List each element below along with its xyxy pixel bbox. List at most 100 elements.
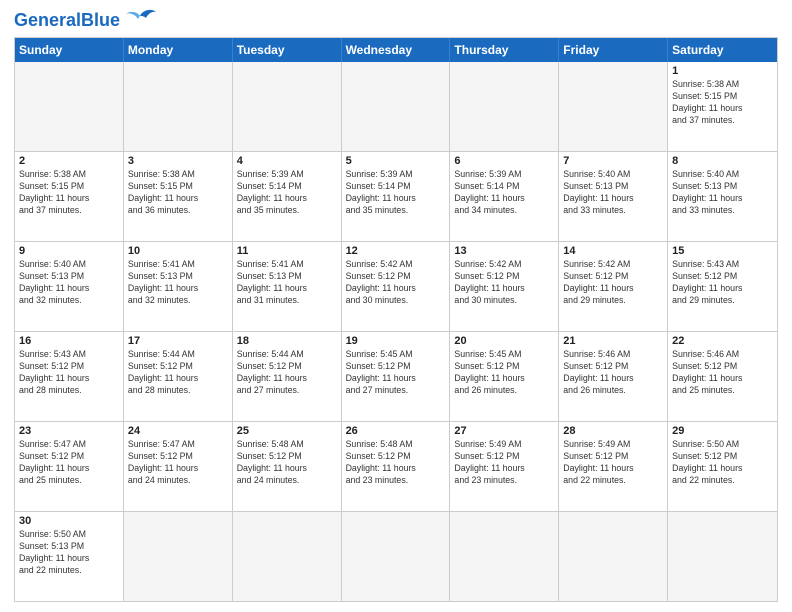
- calendar-header: Sunday Monday Tuesday Wednesday Thursday…: [15, 38, 777, 62]
- week-row-5: 23 Sunrise: 5:47 AM Sunset: 5:12 PM Dayli…: [15, 421, 777, 511]
- cal-cell-5-5: [559, 512, 668, 601]
- day-number: 3: [128, 155, 228, 167]
- day-number: 19: [346, 335, 446, 347]
- week-row-3: 9 Sunrise: 5:40 AM Sunset: 5:13 PM Daylig…: [15, 241, 777, 331]
- header-friday: Friday: [559, 38, 668, 62]
- day-info: Sunrise: 5:48 AM Sunset: 5:12 PM Dayligh…: [346, 439, 446, 487]
- cal-cell-0-4: [450, 62, 559, 151]
- day-info: Sunrise: 5:40 AM Sunset: 5:13 PM Dayligh…: [563, 169, 663, 217]
- cal-cell-5-4: [450, 512, 559, 601]
- day-number: 30: [19, 515, 119, 527]
- day-number: 9: [19, 245, 119, 257]
- cal-cell-3-0: 16Sunrise: 5:43 AM Sunset: 5:12 PM Dayli…: [15, 332, 124, 421]
- day-info: Sunrise: 5:49 AM Sunset: 5:12 PM Dayligh…: [563, 439, 663, 487]
- cal-cell-1-1: 3 Sunrise: 5:38 AM Sunset: 5:15 PM Daylig…: [124, 152, 233, 241]
- day-info: Sunrise: 5:38 AM Sunset: 5:15 PM Dayligh…: [672, 79, 773, 127]
- day-number: 20: [454, 335, 554, 347]
- day-info: Sunrise: 5:42 AM Sunset: 5:12 PM Dayligh…: [563, 259, 663, 307]
- day-number: 12: [346, 245, 446, 257]
- header: GeneralBlue: [14, 10, 778, 31]
- calendar: Sunday Monday Tuesday Wednesday Thursday…: [14, 37, 778, 602]
- week-row-2: 2 Sunrise: 5:38 AM Sunset: 5:15 PM Daylig…: [15, 151, 777, 241]
- day-number: 27: [454, 425, 554, 437]
- day-info: Sunrise: 5:45 AM Sunset: 5:12 PM Dayligh…: [454, 349, 554, 397]
- day-number: 18: [237, 335, 337, 347]
- cal-cell-4-2: 25Sunrise: 5:48 AM Sunset: 5:12 PM Dayli…: [233, 422, 342, 511]
- logo: GeneralBlue: [14, 10, 158, 31]
- cal-cell-1-2: 4Sunrise: 5:39 AM Sunset: 5:14 PM Daylig…: [233, 152, 342, 241]
- header-thursday: Thursday: [450, 38, 559, 62]
- cal-cell-2-5: 14 Sunrise: 5:42 AM Sunset: 5:12 PM Dayli…: [559, 242, 668, 331]
- day-info: Sunrise: 5:47 AM Sunset: 5:12 PM Dayligh…: [19, 439, 119, 487]
- cal-cell-3-1: 17 Sunrise: 5:44 AM Sunset: 5:12 PM Dayli…: [124, 332, 233, 421]
- day-info: Sunrise: 5:43 AM Sunset: 5:12 PM Dayligh…: [19, 349, 119, 397]
- day-number: 2: [19, 155, 119, 167]
- logo-general: General: [14, 10, 81, 30]
- day-info: Sunrise: 5:47 AM Sunset: 5:12 PM Dayligh…: [128, 439, 228, 487]
- day-info: Sunrise: 5:50 AM Sunset: 5:13 PM Dayligh…: [19, 529, 119, 577]
- day-info: Sunrise: 5:50 AM Sunset: 5:12 PM Dayligh…: [672, 439, 773, 487]
- cal-cell-3-4: 20 Sunrise: 5:45 AM Sunset: 5:12 PM Dayli…: [450, 332, 559, 421]
- day-number: 7: [563, 155, 663, 167]
- cal-cell-4-3: 26 Sunrise: 5:48 AM Sunset: 5:12 PM Dayli…: [342, 422, 451, 511]
- day-number: 8: [672, 155, 773, 167]
- day-info: Sunrise: 5:41 AM Sunset: 5:13 PM Dayligh…: [237, 259, 337, 307]
- day-number: 6: [454, 155, 554, 167]
- cal-cell-4-4: 27 Sunrise: 5:49 AM Sunset: 5:12 PM Dayli…: [450, 422, 559, 511]
- cal-cell-1-0: 2 Sunrise: 5:38 AM Sunset: 5:15 PM Daylig…: [15, 152, 124, 241]
- calendar-body: 1 Sunrise: 5:38 AM Sunset: 5:15 PM Daylig…: [15, 62, 777, 601]
- day-number: 13: [454, 245, 554, 257]
- cal-cell-4-1: 24Sunrise: 5:47 AM Sunset: 5:12 PM Dayli…: [124, 422, 233, 511]
- day-number: 11: [237, 245, 337, 257]
- cal-cell-2-3: 12 Sunrise: 5:42 AM Sunset: 5:12 PM Dayli…: [342, 242, 451, 331]
- day-info: Sunrise: 5:42 AM Sunset: 5:12 PM Dayligh…: [346, 259, 446, 307]
- day-info: Sunrise: 5:44 AM Sunset: 5:12 PM Dayligh…: [128, 349, 228, 397]
- day-number: 14: [563, 245, 663, 257]
- header-tuesday: Tuesday: [233, 38, 342, 62]
- cal-cell-0-6: 1 Sunrise: 5:38 AM Sunset: 5:15 PM Daylig…: [668, 62, 777, 151]
- cal-cell-5-0: 30 Sunrise: 5:50 AM Sunset: 5:13 PM Dayli…: [15, 512, 124, 601]
- cal-cell-5-6: [668, 512, 777, 601]
- day-number: 10: [128, 245, 228, 257]
- day-info: Sunrise: 5:44 AM Sunset: 5:12 PM Dayligh…: [237, 349, 337, 397]
- cal-cell-2-0: 9 Sunrise: 5:40 AM Sunset: 5:13 PM Daylig…: [15, 242, 124, 331]
- cal-cell-4-0: 23 Sunrise: 5:47 AM Sunset: 5:12 PM Dayli…: [15, 422, 124, 511]
- week-row-1: 1 Sunrise: 5:38 AM Sunset: 5:15 PM Daylig…: [15, 62, 777, 151]
- cal-cell-0-2: [233, 62, 342, 151]
- day-number: 1: [672, 65, 773, 77]
- day-number: 21: [563, 335, 663, 347]
- day-number: 28: [563, 425, 663, 437]
- cal-cell-5-1: [124, 512, 233, 601]
- cal-cell-3-2: 18 Sunrise: 5:44 AM Sunset: 5:12 PM Dayli…: [233, 332, 342, 421]
- cal-cell-2-2: 11 Sunrise: 5:41 AM Sunset: 5:13 PM Dayli…: [233, 242, 342, 331]
- day-number: 4: [237, 155, 337, 167]
- day-info: Sunrise: 5:43 AM Sunset: 5:12 PM Dayligh…: [672, 259, 773, 307]
- day-info: Sunrise: 5:40 AM Sunset: 5:13 PM Dayligh…: [19, 259, 119, 307]
- day-info: Sunrise: 5:48 AM Sunset: 5:12 PM Dayligh…: [237, 439, 337, 487]
- cal-cell-3-5: 21Sunrise: 5:46 AM Sunset: 5:12 PM Dayli…: [559, 332, 668, 421]
- day-number: 5: [346, 155, 446, 167]
- day-number: 23: [19, 425, 119, 437]
- week-row-4: 16Sunrise: 5:43 AM Sunset: 5:12 PM Dayli…: [15, 331, 777, 421]
- cal-cell-5-3: [342, 512, 451, 601]
- day-number: 26: [346, 425, 446, 437]
- cal-cell-5-2: [233, 512, 342, 601]
- day-info: Sunrise: 5:41 AM Sunset: 5:13 PM Dayligh…: [128, 259, 228, 307]
- day-info: Sunrise: 5:46 AM Sunset: 5:12 PM Dayligh…: [672, 349, 773, 397]
- cal-cell-4-6: 29Sunrise: 5:50 AM Sunset: 5:12 PM Dayli…: [668, 422, 777, 511]
- header-sunday: Sunday: [15, 38, 124, 62]
- logo-blue: Blue: [81, 10, 120, 30]
- header-monday: Monday: [124, 38, 233, 62]
- day-info: Sunrise: 5:40 AM Sunset: 5:13 PM Dayligh…: [672, 169, 773, 217]
- cal-cell-1-6: 8 Sunrise: 5:40 AM Sunset: 5:13 PM Daylig…: [668, 152, 777, 241]
- day-info: Sunrise: 5:38 AM Sunset: 5:15 PM Dayligh…: [128, 169, 228, 217]
- week-row-6: 30 Sunrise: 5:50 AM Sunset: 5:13 PM Dayli…: [15, 511, 777, 601]
- cal-cell-2-4: 13Sunrise: 5:42 AM Sunset: 5:12 PM Dayli…: [450, 242, 559, 331]
- day-info: Sunrise: 5:39 AM Sunset: 5:14 PM Dayligh…: [346, 169, 446, 217]
- day-info: Sunrise: 5:38 AM Sunset: 5:15 PM Dayligh…: [19, 169, 119, 217]
- day-info: Sunrise: 5:45 AM Sunset: 5:12 PM Dayligh…: [346, 349, 446, 397]
- day-info: Sunrise: 5:49 AM Sunset: 5:12 PM Dayligh…: [454, 439, 554, 487]
- day-number: 17: [128, 335, 228, 347]
- cal-cell-2-1: 10 Sunrise: 5:41 AM Sunset: 5:13 PM Dayli…: [124, 242, 233, 331]
- cal-cell-0-1: [124, 62, 233, 151]
